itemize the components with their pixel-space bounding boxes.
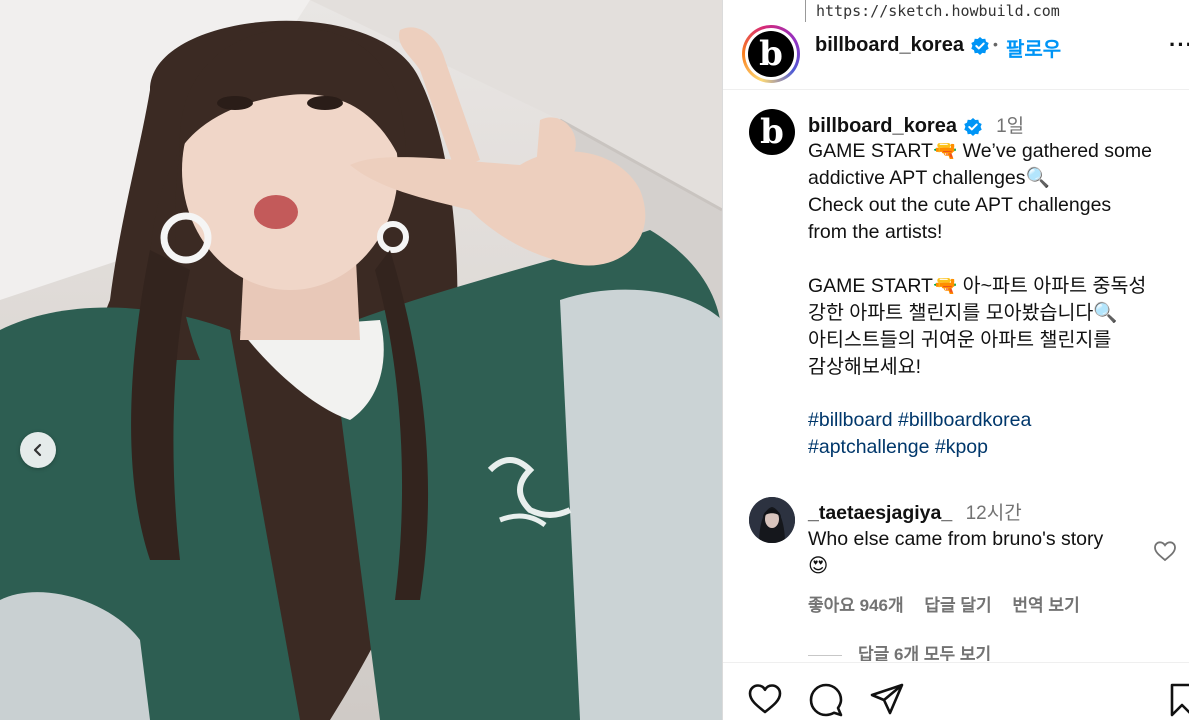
caption-avatar[interactable]: b [749, 109, 795, 155]
caption-header: billboard_korea 1일 [808, 111, 1024, 138]
header-username[interactable]: billboard_korea [815, 34, 990, 57]
url-text[interactable]: https://sketch.howbuild.com [805, 0, 1060, 22]
caption-line: addictive APT challenges🔍 [808, 167, 1050, 189]
post-side-panel: https://sketch.howbuild.com b billboard_… [722, 0, 1189, 720]
share-icon[interactable] [870, 683, 904, 715]
caption-line: GAME START🔫 아~파트 아파트 중독성 [808, 275, 1147, 297]
post-media[interactable] [0, 0, 722, 720]
hashtag-link[interactable]: #aptchallenge [808, 436, 929, 458]
caption-line: 아티스트들의 귀여운 아파트 챌린지를 [808, 329, 1112, 351]
header-avatar[interactable]: b [742, 25, 800, 83]
view-replies-button[interactable]: 답글 6개 모두 보기 [808, 640, 991, 661]
comment-text-line: Who else came from bruno's story [808, 528, 1104, 550]
comment-likes-count[interactable]: 좋아요 946개 [808, 596, 904, 615]
replies-divider [808, 655, 842, 657]
hashtag-link[interactable]: #billboard [808, 409, 893, 431]
follow-button[interactable]: 팔로우 [1006, 33, 1061, 62]
caption-line: Check out the cute APT challenges [808, 194, 1112, 216]
bookmark-icon[interactable] [1170, 683, 1189, 717]
caption-text: GAME START🔫 We’ve gathered some addictiv… [808, 138, 1180, 381]
comment-like-heart-icon[interactable] [1153, 540, 1177, 562]
commenter-avatar[interactable] [749, 497, 795, 543]
view-replies-label[interactable]: 답글 6개 모두 보기 [858, 645, 991, 661]
caption-username[interactable]: billboard_korea [808, 115, 957, 137]
billboard-logo: b [748, 31, 794, 77]
reply-button[interactable]: 답글 달기 [924, 596, 991, 615]
header-separator: • [993, 36, 998, 52]
instagram-post-view: https://sketch.howbuild.com b billboard_… [0, 0, 1189, 720]
more-options-button[interactable]: ··· [1169, 32, 1189, 58]
comment-timestamp[interactable]: 12시간 [966, 503, 1022, 524]
caption-line: from the artists! [808, 221, 943, 243]
post-header: b billboard_korea • 팔로우 ··· [723, 22, 1189, 90]
verified-icon [970, 36, 989, 55]
hashtag-link[interactable]: #billboardkorea [898, 409, 1031, 431]
previous-slide-button[interactable] [20, 432, 56, 468]
comment-header: _taetaesjagiya_ 12시간 [808, 498, 1022, 525]
comment-emoji: 😍 [808, 555, 829, 577]
caption-line: GAME START🔫 We’ve gathered some [808, 140, 1152, 162]
post-action-bar [723, 662, 1189, 720]
header-username-text[interactable]: billboard_korea [815, 34, 964, 56]
comment-username[interactable]: _taetaesjagiya_ [808, 502, 952, 524]
caption-timestamp[interactable]: 1일 [996, 116, 1024, 137]
comment-icon[interactable] [809, 683, 843, 717]
hashtag-link[interactable]: #kpop [935, 436, 988, 458]
chevron-left-icon [33, 443, 42, 457]
comments-scroll-area[interactable]: b billboard_korea 1일 GAME START🔫 We’ve g… [723, 91, 1189, 661]
translate-button[interactable]: 번역 보기 [1012, 596, 1079, 615]
verified-icon [963, 117, 982, 136]
heart-icon[interactable] [748, 683, 782, 715]
caption-line [808, 246, 1180, 273]
caption-line: 감상해보세요! [808, 356, 922, 378]
hashtag-list: #billboard #billboardkorea #aptchallenge… [808, 407, 1031, 461]
caption-line: 강한 아파트 챌린지를 모아봤습니다🔍 [808, 302, 1118, 324]
comment-text: Who else came from bruno's story 😍 [808, 526, 1103, 580]
comment-meta: 좋아요 946개 답글 달기 번역 보기 [808, 591, 1096, 616]
person-photo [0, 20, 722, 720]
